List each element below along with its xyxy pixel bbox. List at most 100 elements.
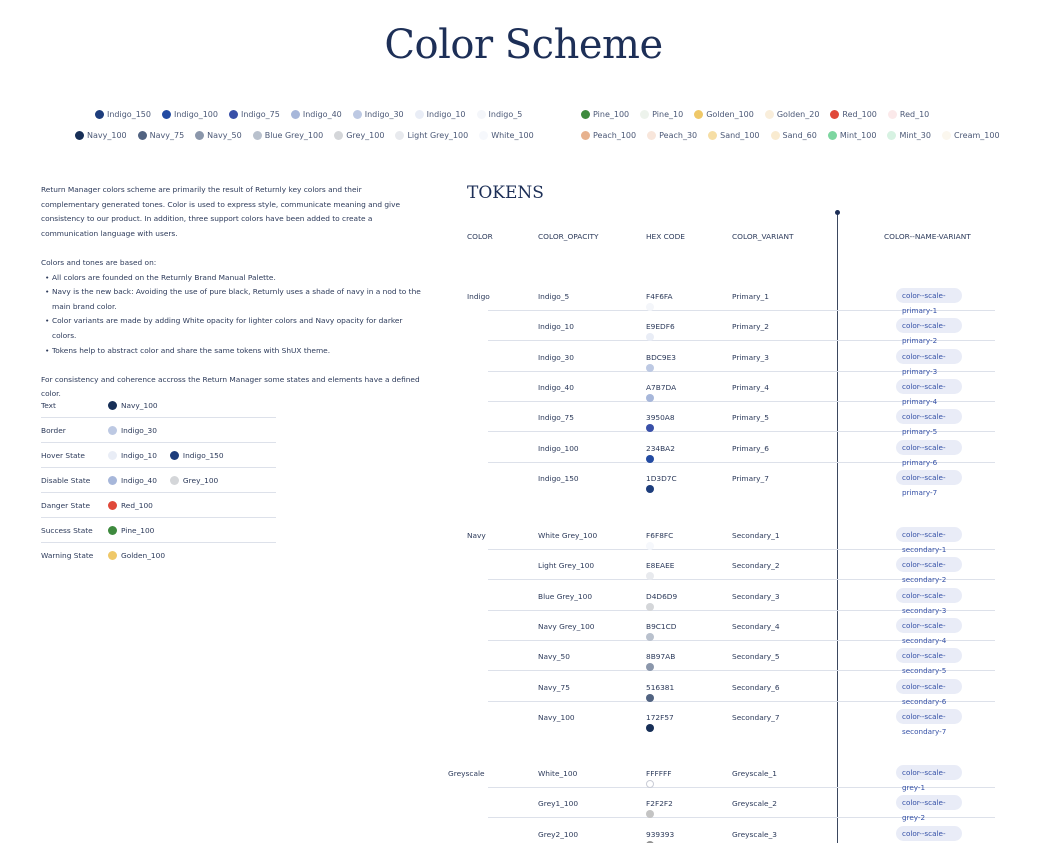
hex-code: A7B7DA	[646, 382, 677, 392]
token-name-chip: color--scale-primary-6	[896, 439, 962, 467]
swatch-dot	[830, 110, 840, 119]
token-hex: F6F8FC	[646, 531, 673, 550]
hex-code: F2F2F2	[646, 799, 673, 809]
token-name-chip: color--scale-secondary-1	[896, 527, 962, 554]
color-swatch: Grey_100	[334, 131, 384, 140]
swatch-dot	[941, 131, 951, 140]
token-hex: BDC9E3	[646, 352, 676, 372]
token-hex: E9EDF6	[646, 322, 675, 342]
swatch-label: Golden_100	[121, 551, 166, 560]
token-name-chip: color--scale-primary-3	[896, 348, 962, 376]
token-variant: Primary_5	[732, 413, 769, 423]
swatch-dot	[708, 131, 718, 140]
token-name-chip: color--scale-grey-2	[896, 795, 962, 822]
state-label: Warning State	[41, 551, 94, 560]
state-label: Text	[41, 400, 56, 410]
hex-dot	[646, 542, 654, 550]
swatch-dot	[334, 131, 344, 140]
header-hex: HEX CODE	[646, 232, 685, 241]
tokens-title: TOKENS	[467, 183, 544, 203]
state-row: Success State Pine_100	[41, 518, 276, 543]
state-label: Disable State	[41, 475, 91, 485]
token-hex: F2F2F2	[646, 799, 673, 819]
hex-dot	[646, 723, 654, 732]
state-swatch: Navy_100	[108, 400, 158, 410]
hex-code: 234BA2	[646, 443, 675, 453]
palette-accent-row: Peach_100 Peach_30 Sand_100 Sand_60 Mint_100…	[581, 131, 1011, 140]
swatch-label: Red_100	[842, 110, 877, 119]
token-name-chip: color--scale-secondary-7	[896, 708, 962, 736]
state-row: Warning State Golden_100	[41, 543, 276, 568]
swatch-label: Navy_50	[207, 131, 242, 140]
token-variant: Secondary_3	[732, 591, 780, 601]
group-label: Greyscale	[448, 769, 485, 778]
token-variant: Primary_6	[732, 443, 769, 453]
swatch-dot	[108, 500, 117, 510]
swatch-label: Indigo_30	[364, 110, 404, 119]
swatch-label: Red_10	[899, 110, 930, 119]
token-opacity-name: Indigo_40	[538, 382, 574, 392]
hex-code: FFFFFF	[646, 769, 672, 778]
token-variant: Primary_7	[732, 473, 769, 483]
color-swatch: Peach_100	[581, 131, 636, 140]
swatch-dot	[647, 131, 657, 140]
token-row: White Grey_100 F6F8FC Secondary_1 color--sc…	[488, 520, 995, 554]
state-swatch: Indigo_10	[108, 450, 157, 460]
token-hex: FFFFFF	[646, 769, 672, 788]
divider-dot	[835, 210, 840, 215]
state-swatch: Indigo_40	[108, 475, 157, 485]
token-row: Indigo_150 1D3D7C Primary_7 color--scale-pr…	[488, 463, 995, 497]
token-hex: 939393	[646, 830, 674, 843]
token-hex: 3950A8	[646, 413, 675, 433]
swatch-dot	[887, 131, 897, 140]
header-opacity: COLOR_OPACITY	[538, 232, 599, 241]
intro-list-heading: Colors and tones are based on:	[41, 257, 157, 267]
swatch-dot	[161, 110, 171, 119]
swatch-label: Indigo_100	[173, 110, 218, 119]
swatch-label: Pine_100	[121, 525, 155, 535]
color-swatch: Mint_30	[887, 131, 931, 140]
token-hex: 234BA2	[646, 443, 675, 463]
token-name-chip: color--scale-grey-1	[896, 765, 962, 792]
color-swatch: Sand_60	[770, 131, 817, 140]
swatch-dot	[108, 475, 117, 485]
state-row: Disable State Indigo_40 Grey_100	[41, 468, 276, 493]
header-variant: COLOR_VARIANT	[732, 232, 794, 241]
color-swatch: Navy_75	[137, 131, 184, 140]
token-opacity-name: White Grey_100	[538, 531, 598, 540]
hex-dot	[646, 602, 654, 611]
palette-support-row: Pine_100 Pine_10 Golden_100 Golden_20 Red_10…	[581, 110, 940, 119]
hex-dot	[646, 363, 654, 372]
swatch-dot	[95, 110, 104, 119]
token-variant: Primary_1	[732, 292, 769, 301]
hex-code: BDC9E3	[646, 352, 676, 362]
swatch-dot	[137, 131, 147, 140]
swatch-label: Light Grey_100	[407, 131, 469, 140]
bullet-item: Navy is the new back: Avoiding the use o…	[41, 285, 421, 314]
swatch-dot	[581, 131, 590, 140]
color-swatch: Indigo_5	[476, 110, 522, 119]
swatch-label: Navy_100	[87, 131, 127, 140]
swatch-dot	[352, 110, 362, 119]
swatch-label: Indigo_30	[121, 425, 157, 435]
swatch-label: Blue Grey_100	[264, 131, 324, 140]
hex-dot	[646, 424, 654, 433]
token-variant: Greyscale_3	[732, 829, 777, 839]
token-opacity-name: Light Grey_100	[538, 561, 595, 571]
state-row: Danger State Red_100	[41, 493, 276, 518]
token-opacity-name: Navy Grey_100	[538, 621, 595, 631]
token-hex: 516381	[646, 682, 675, 702]
hex-code: 516381	[646, 682, 675, 692]
hex-dot	[646, 333, 654, 342]
hex-code: B9C1CD	[646, 621, 677, 631]
swatch-dot	[108, 450, 117, 460]
group-label: Indigo	[467, 292, 490, 301]
token-row: Indigo_30 BDC9E3 Primary_3 color--scale-pri…	[488, 342, 995, 376]
token-row: Navy_75 516381 Secondary_6 color--scale-sec…	[488, 672, 995, 706]
hex-dot	[646, 393, 654, 402]
bullet-item: All colors are founded on the Returnly B…	[41, 271, 421, 286]
swatch-dot	[887, 110, 897, 119]
token-variant: Secondary_2	[732, 561, 780, 571]
hex-code: E9EDF6	[646, 322, 675, 332]
token-name-chip: color--scale-primary-4	[896, 378, 962, 406]
